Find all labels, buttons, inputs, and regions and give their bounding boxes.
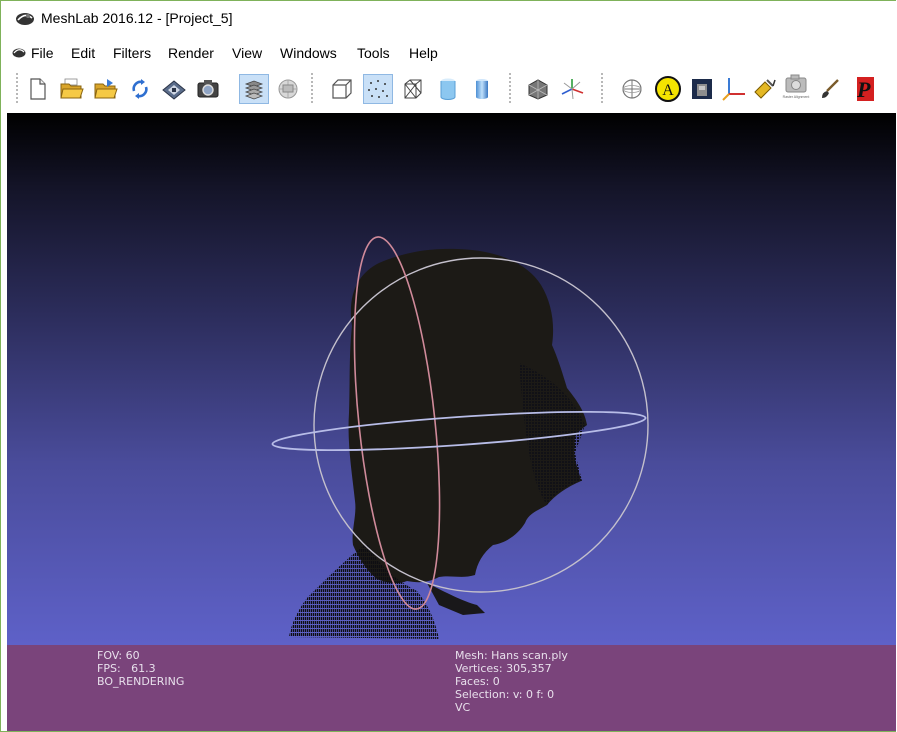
meshlab-menu-icon[interactable]: [12, 46, 26, 58]
svg-text:P: P: [856, 77, 871, 102]
paint-brush-button[interactable]: [815, 74, 845, 104]
trackball-button[interactable]: [617, 74, 647, 104]
title-bar: MeshLab 2016.12 - [Project_5]: [1, 1, 896, 35]
wireframe-render-icon: [404, 79, 422, 99]
export-mesh-icon: [162, 80, 186, 100]
menu-windows[interactable]: Windows: [280, 45, 337, 61]
snapshot-icon: [197, 80, 219, 98]
menu-bar: File Edit Filters Render View Windows To…: [1, 41, 896, 65]
menu-file[interactable]: File: [31, 45, 54, 61]
raster-layers-icon: [278, 79, 298, 99]
3d-viewport[interactable]: [7, 113, 896, 645]
reload-icon: [132, 79, 148, 99]
menu-filters[interactable]: Filters: [113, 45, 151, 61]
paint-roller-button[interactable]: [749, 74, 779, 104]
toolbar-grip[interactable]: [311, 73, 313, 105]
meshlab-logo-icon: [16, 13, 34, 25]
selection-label: Selection: v: 0 f: 0: [455, 688, 555, 701]
pdf-export-icon: P: [856, 77, 874, 102]
raster-alignment-caption: Raster Alignment: [782, 95, 810, 99]
pdf-export-button[interactable]: P: [847, 74, 877, 104]
menu-tools[interactable]: Tools: [357, 45, 390, 61]
mesh-layer-icon: [528, 79, 548, 100]
paint-brush-icon: [822, 79, 839, 98]
import-mesh-icon: [94, 79, 118, 99]
menu-edit[interactable]: Edit: [71, 45, 95, 61]
paint-roller-icon: [754, 79, 776, 99]
info-panel: FOV: 60 FPS: 61.3 BO_RENDERING Mesh: Han…: [7, 645, 896, 731]
open-project-icon: [60, 78, 84, 99]
texture-button[interactable]: [687, 74, 717, 104]
raster-alignment-button[interactable]: Raster Alignment: [781, 74, 811, 104]
app-window: MeshLab 2016.12 - [Project_5] File Edit …: [0, 0, 896, 732]
points-render-icon: [368, 80, 388, 98]
coordinate-axes-icon: [722, 78, 745, 101]
import-mesh-button[interactable]: [91, 74, 121, 104]
show-layers-icon: [244, 80, 264, 100]
flat-shading-button[interactable]: [433, 74, 463, 104]
export-mesh-button[interactable]: [159, 74, 189, 104]
mesh-scene: [271, 236, 649, 639]
flat-shading-icon: [440, 78, 456, 100]
menu-view[interactable]: View: [232, 45, 262, 61]
toolbar-grip[interactable]: [601, 73, 603, 105]
smooth-shading-icon: [476, 79, 488, 99]
wireframe-render-button[interactable]: [398, 74, 428, 104]
toolbar-grip[interactable]: [16, 73, 18, 105]
reload-button[interactable]: [125, 74, 155, 104]
vertices-label: Vertices: 305,357: [455, 662, 552, 675]
texture-icon: [692, 79, 712, 99]
trackball-icon: [622, 79, 642, 99]
faces-label: Faces: 0: [455, 675, 500, 688]
raster-alignment-icon: [785, 74, 807, 93]
bounding-box-button[interactable]: [327, 74, 357, 104]
snapshot-button[interactable]: [193, 74, 223, 104]
mesh-layer-button[interactable]: [523, 74, 553, 104]
new-document-button[interactable]: [23, 74, 53, 104]
open-project-button[interactable]: [57, 74, 87, 104]
window-title: MeshLab 2016.12 - [Project_5]: [41, 10, 233, 26]
new-document-icon: [30, 78, 46, 100]
coordinate-axes-button[interactable]: [719, 74, 749, 104]
fov-label: FOV: 60: [97, 649, 140, 662]
toolbar: A Raster Alignment P: [1, 69, 896, 113]
mesh-name-label: Mesh: Hans scan.ply: [455, 649, 568, 662]
toolbar-grip[interactable]: [509, 73, 511, 105]
bounding-box-icon: [332, 79, 352, 99]
points-render-button[interactable]: [363, 74, 393, 104]
axes-transform-icon: [561, 79, 584, 100]
svg-text:A: A: [662, 82, 674, 99]
annotation-a-button[interactable]: A: [653, 74, 683, 104]
show-layers-button[interactable]: [239, 74, 269, 104]
raster-layers-button[interactable]: [273, 74, 303, 104]
axes-transform-button[interactable]: [557, 74, 587, 104]
vertex-color-label: VC: [455, 701, 471, 714]
render-mode-label: BO_RENDERING: [97, 675, 185, 688]
menu-render[interactable]: Render: [168, 45, 214, 61]
fps-label: FPS: 61.3: [97, 662, 156, 675]
smooth-shading-button[interactable]: [467, 74, 497, 104]
menu-help[interactable]: Help: [409, 45, 438, 61]
annotation-a-icon: A: [655, 76, 681, 102]
